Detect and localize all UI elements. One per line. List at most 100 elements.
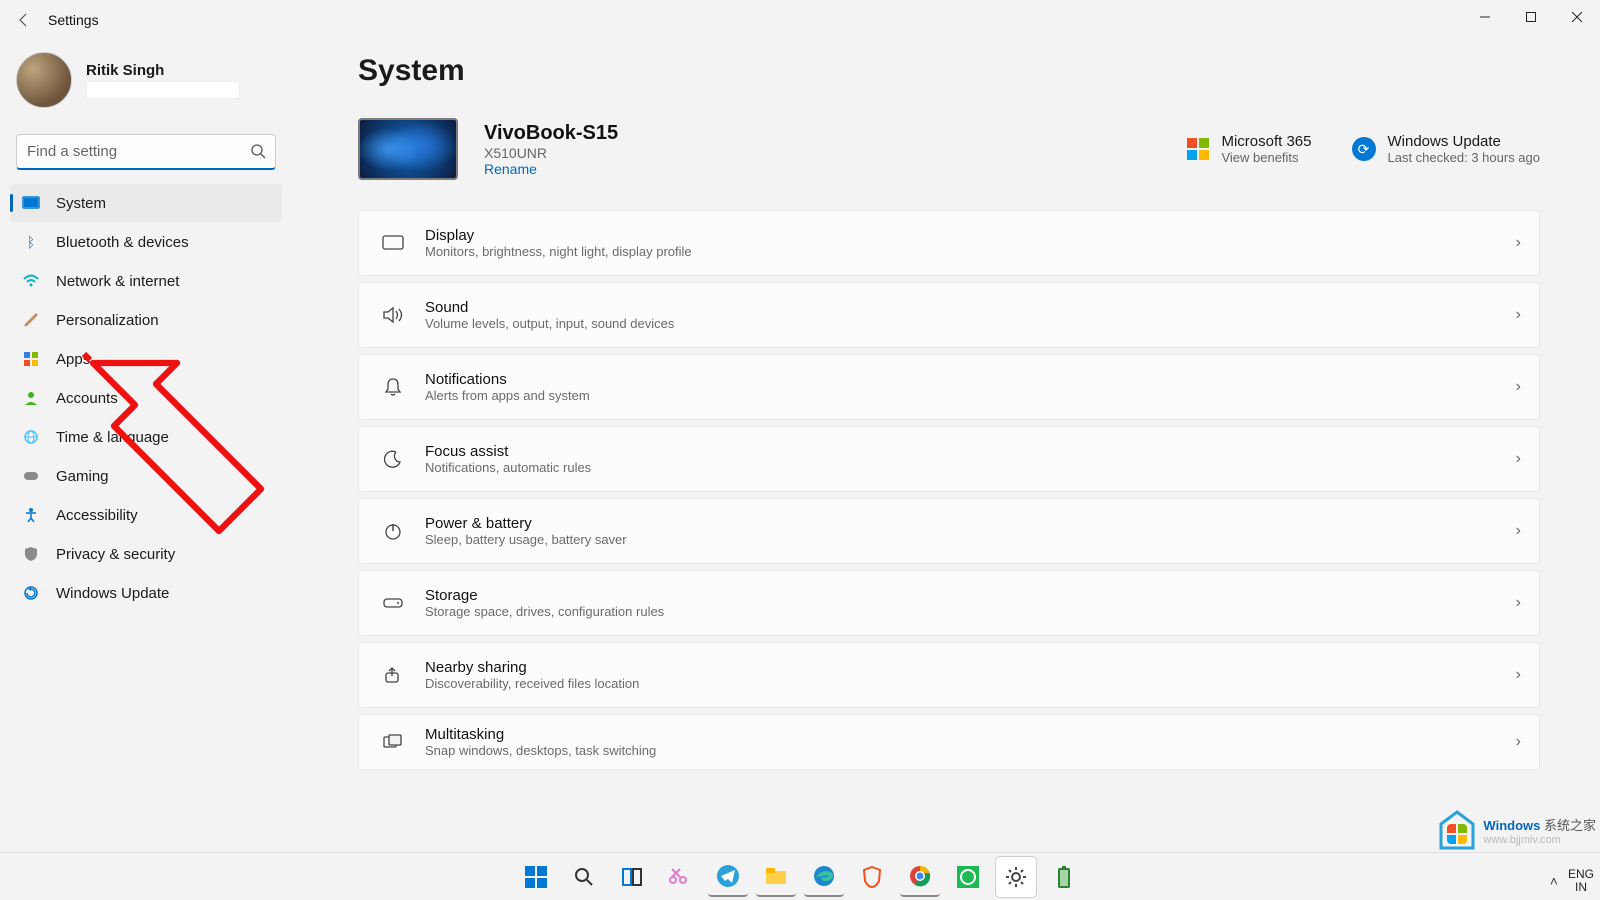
minimize-button[interactable]: [1462, 0, 1508, 34]
sidebar-item-label: Privacy & security: [56, 546, 175, 563]
chevron-right-icon: ›: [1516, 522, 1521, 540]
sidebar-item-time-language[interactable]: Time & language: [10, 418, 282, 456]
back-button[interactable]: [14, 10, 34, 30]
sidebar-item-label: System: [56, 195, 106, 212]
app-chrome[interactable]: [900, 857, 940, 897]
sidebar-item-label: Accounts: [56, 390, 118, 407]
watermark-text: Windows: [1483, 818, 1540, 833]
card-title: Nearby sharing: [425, 659, 639, 676]
moon-icon: [377, 443, 409, 475]
card-sound[interactable]: Sound Volume levels, output, input, soun…: [358, 282, 1540, 348]
device-name: VivoBook-S15: [484, 121, 618, 145]
settings-list: Display Monitors, brightness, night ligh…: [358, 210, 1540, 770]
tray-chevron-up-icon[interactable]: ˄: [1550, 873, 1558, 889]
status-sub: Last checked: 3 hours ago: [1388, 150, 1541, 165]
title-bar: Settings: [0, 0, 1600, 40]
card-title: Sound: [425, 299, 674, 316]
sidebar-item-gaming[interactable]: Gaming: [10, 457, 282, 495]
card-power-battery[interactable]: Power & battery Sleep, battery usage, ba…: [358, 498, 1540, 564]
sidebar-item-accessibility[interactable]: Accessibility: [10, 496, 282, 534]
app-snipping[interactable]: [660, 857, 700, 897]
watermark: Windows 系统之家 www.bjjmlv.com: [1437, 810, 1596, 850]
globe-icon: [22, 428, 40, 446]
taskbar-search[interactable]: [564, 857, 604, 897]
card-title: Storage: [425, 587, 664, 604]
rename-link[interactable]: Rename: [484, 161, 618, 177]
task-view[interactable]: [612, 857, 652, 897]
person-icon: [22, 389, 40, 407]
app-brave[interactable]: [852, 857, 892, 897]
bluetooth-icon: ᛒ: [22, 233, 40, 251]
card-notifications[interactable]: Notifications Alerts from apps and syste…: [358, 354, 1540, 420]
app-explorer[interactable]: [756, 857, 796, 897]
user-email: [86, 81, 240, 99]
microsoft-365-card[interactable]: Microsoft 365 View benefits: [1187, 133, 1311, 165]
sidebar-item-accounts[interactable]: Accounts: [10, 379, 282, 417]
card-title: Display: [425, 227, 692, 244]
sidebar-item-windows-update[interactable]: Windows Update: [10, 574, 282, 612]
device-model: X510UNR: [484, 145, 618, 161]
chevron-right-icon: ›: [1516, 450, 1521, 468]
status-sub: View benefits: [1221, 150, 1311, 165]
update-icon: [22, 584, 40, 602]
app-edge[interactable]: [804, 857, 844, 897]
app-spotify[interactable]: [948, 857, 988, 897]
lang-line2: IN: [1568, 881, 1594, 894]
maximize-button[interactable]: [1508, 0, 1554, 34]
close-button[interactable]: [1554, 0, 1600, 34]
chevron-right-icon: ›: [1516, 594, 1521, 612]
app-settings[interactable]: [996, 857, 1036, 897]
card-sub: Volume levels, output, input, sound devi…: [425, 316, 674, 331]
status-title: Microsoft 365: [1221, 133, 1311, 150]
accessibility-icon: [22, 506, 40, 524]
user-profile[interactable]: Ritik Singh: [10, 40, 282, 126]
card-title: Notifications: [425, 371, 590, 388]
sidebar-item-label: Accessibility: [56, 507, 138, 524]
share-icon: [377, 659, 409, 691]
sidebar-item-bluetooth[interactable]: ᛒ Bluetooth & devices: [10, 223, 282, 261]
main-content: System VivoBook-S15 X510UNR Rename Micro…: [290, 40, 1600, 870]
apps-icon: [22, 350, 40, 368]
watermark-text-zh: 系统之家: [1544, 818, 1596, 833]
lang-line1[interactable]: ENG: [1568, 868, 1594, 881]
chevron-right-icon: ›: [1516, 234, 1521, 252]
watermark-url: www.bjjmlv.com: [1483, 834, 1596, 846]
display-icon: [377, 227, 409, 259]
card-title: Focus assist: [425, 443, 591, 460]
card-storage[interactable]: Storage Storage space, drives, configura…: [358, 570, 1540, 636]
card-display[interactable]: Display Monitors, brightness, night ligh…: [358, 210, 1540, 276]
multitasking-icon: [377, 726, 409, 758]
microsoft-logo-icon: [1187, 138, 1209, 160]
card-sub: Snap windows, desktops, task switching: [425, 743, 656, 758]
status-title: Windows Update: [1388, 133, 1541, 150]
bell-icon: [377, 371, 409, 403]
card-sub: Discoverability, received files location: [425, 676, 639, 691]
device-thumbnail[interactable]: [358, 118, 458, 180]
windows-update-card[interactable]: ⟳ Windows Update Last checked: 3 hours a…: [1352, 133, 1541, 165]
shield-icon: [22, 545, 40, 563]
app-battery[interactable]: [1044, 857, 1084, 897]
start-button[interactable]: [516, 857, 556, 897]
sidebar-item-network[interactable]: Network & internet: [10, 262, 282, 300]
card-sub: Alerts from apps and system: [425, 388, 590, 403]
chevron-right-icon: ›: [1516, 378, 1521, 396]
card-title: Power & battery: [425, 515, 627, 532]
taskbar: ˄ ENG IN: [0, 852, 1600, 900]
app-telegram[interactable]: [708, 857, 748, 897]
sidebar-item-personalization[interactable]: Personalization: [10, 301, 282, 339]
sidebar-item-label: Personalization: [56, 312, 159, 329]
sidebar-item-apps[interactable]: Apps: [10, 340, 282, 378]
sidebar: Ritik Singh System ᛒ Bluetooth & devices…: [0, 40, 290, 870]
card-focus-assist[interactable]: Focus assist Notifications, automatic ru…: [358, 426, 1540, 492]
card-multitasking[interactable]: Multitasking Snap windows, desktops, tas…: [358, 714, 1540, 770]
card-nearby-sharing[interactable]: Nearby sharing Discoverability, received…: [358, 642, 1540, 708]
card-sub: Notifications, automatic rules: [425, 460, 591, 475]
page-title: System: [358, 54, 1540, 88]
sidebar-item-label: Bluetooth & devices: [56, 234, 189, 251]
sidebar-item-system[interactable]: System: [10, 184, 282, 222]
card-title: Multitasking: [425, 726, 656, 743]
search-input[interactable]: [16, 134, 276, 170]
brush-icon: [22, 311, 40, 329]
user-name: Ritik Singh: [86, 62, 240, 79]
sidebar-item-privacy[interactable]: Privacy & security: [10, 535, 282, 573]
